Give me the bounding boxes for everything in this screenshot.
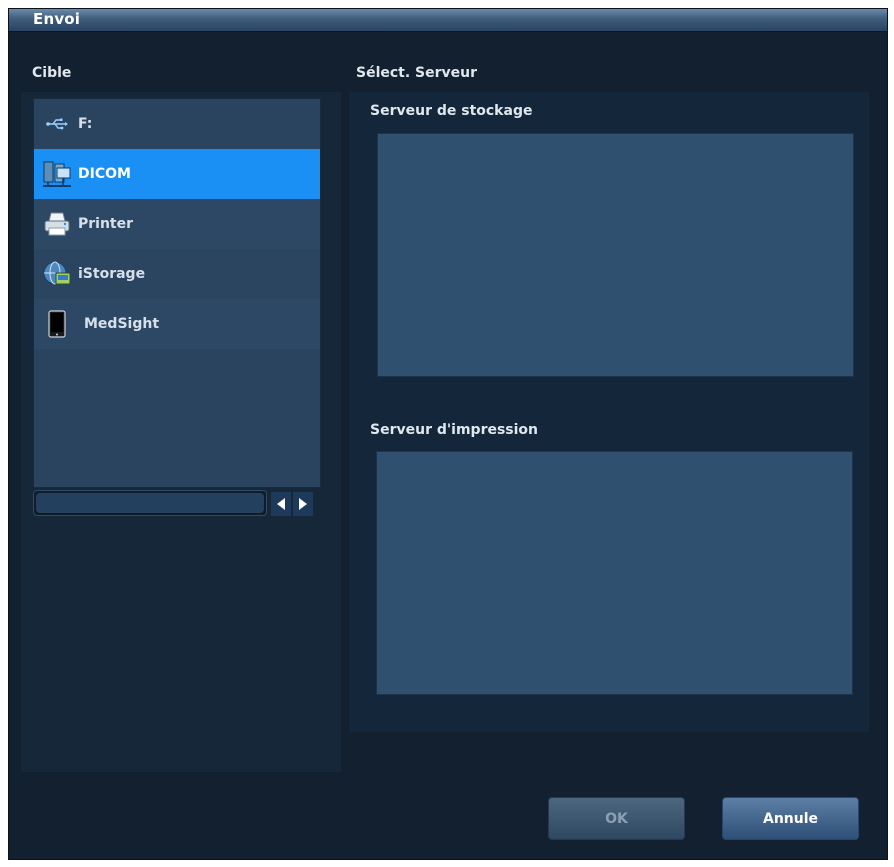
- server-select-label: Sélect. Serveur: [356, 65, 478, 81]
- target-list[interactable]: F: DICOM Printer iStorage MedSight: [33, 98, 321, 488]
- target-item-f-drive[interactable]: F:: [34, 99, 320, 149]
- scroll-right-button[interactable]: [293, 492, 313, 516]
- target-item-label: Printer: [78, 216, 134, 232]
- storage-server-list[interactable]: [377, 133, 854, 377]
- arrow-right-icon: [298, 495, 308, 514]
- target-item-label: iStorage: [78, 266, 146, 282]
- print-server-list[interactable]: [376, 451, 853, 695]
- scrollbar-thumb[interactable]: [36, 493, 264, 513]
- horizontal-scrollbar[interactable]: [33, 490, 267, 516]
- arrow-left-icon: [276, 495, 286, 514]
- tablet-icon: [40, 307, 74, 341]
- target-item-istorage[interactable]: iStorage: [34, 249, 320, 299]
- target-item-label: F:: [78, 116, 93, 132]
- dialog-title: Envoi: [33, 10, 81, 28]
- target-item-medsight[interactable]: MedSight: [34, 299, 320, 349]
- scroll-left-button[interactable]: [271, 492, 291, 516]
- ok-button[interactable]: OK: [548, 797, 685, 840]
- target-item-label: MedSight: [84, 316, 160, 332]
- istorage-globe-icon: [40, 257, 74, 291]
- target-item-label: DICOM: [78, 166, 131, 182]
- target-label: Cible: [32, 65, 72, 81]
- cancel-button[interactable]: Annule: [722, 797, 859, 840]
- title-bar: Envoi: [9, 9, 887, 32]
- printer-icon: [40, 207, 74, 241]
- dicom-network-icon: [40, 157, 74, 191]
- target-item-printer[interactable]: Printer: [34, 199, 320, 249]
- print-server-label: Serveur d'impression: [370, 422, 539, 438]
- send-dialog: Envoi Cible F: DICOM Printer iStorage Me…: [8, 8, 888, 860]
- usb-icon: [40, 107, 74, 141]
- storage-server-label: Serveur de stockage: [370, 103, 533, 119]
- target-item-dicom[interactable]: DICOM: [34, 149, 320, 199]
